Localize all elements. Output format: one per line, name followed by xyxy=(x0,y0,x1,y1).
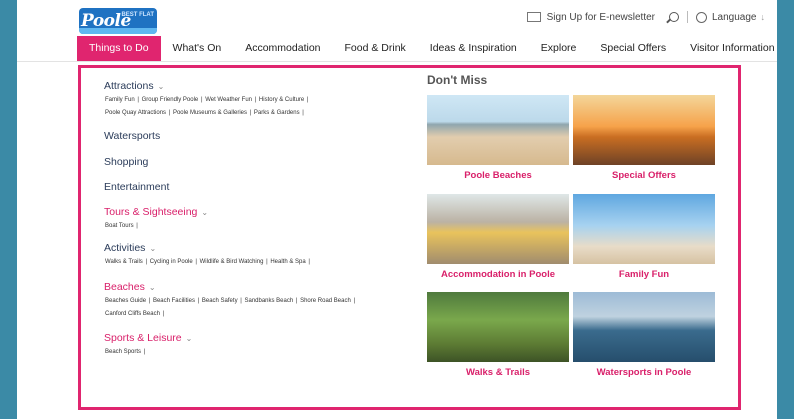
link-cycling[interactable]: Cycling in Poole xyxy=(149,259,194,265)
menu-attractions[interactable]: Attractions xyxy=(104,80,154,92)
dont-miss-title: Don't Miss xyxy=(427,73,488,87)
tile-caption[interactable]: Poole Beaches xyxy=(427,170,569,181)
dont-miss-column: Don't Miss xyxy=(427,73,487,91)
tile-special-offers[interactable]: Special Offers xyxy=(573,95,715,181)
menu-section-shopping: Shopping xyxy=(104,156,148,168)
menu-shopping[interactable]: Shopping xyxy=(104,156,148,168)
logo-tagline: BEST FLAT xyxy=(121,12,154,18)
harbour-sunset-image[interactable] xyxy=(573,95,715,165)
tile-caption[interactable]: Watersports in Poole xyxy=(573,367,715,378)
link-beach-sports[interactable]: Beach Sports xyxy=(104,349,142,355)
chevron-down-icon[interactable]: ⌄ xyxy=(149,244,156,253)
nav-ideas-inspiration[interactable]: Ideas & Inspiration xyxy=(418,36,529,61)
main-nav: Things to Do What's On Accommodation Foo… xyxy=(77,36,787,61)
menu-entertainment[interactable]: Entertainment xyxy=(104,181,169,193)
nav-whats-on[interactable]: What's On xyxy=(161,36,234,61)
breakfast-table-image[interactable] xyxy=(427,194,569,264)
tile-caption[interactable]: Accommodation in Poole xyxy=(427,269,569,280)
nav-visitor-information[interactable]: Visitor Information xyxy=(678,36,786,61)
link-canford-cliffs[interactable]: Canford Cliffs Beach xyxy=(104,311,161,317)
chevron-down-icon[interactable]: ⌄ xyxy=(158,82,165,91)
nav-things-to-do[interactable]: Things to Do xyxy=(77,36,161,61)
link-quay-attractions[interactable]: Poole Quay Attractions xyxy=(104,110,167,116)
link-beaches-guide[interactable]: Beaches Guide xyxy=(104,298,147,304)
tile-caption[interactable]: Walks & Trails xyxy=(427,367,569,378)
logo-wave xyxy=(79,28,157,34)
link-museums-galleries[interactable]: Poole Museums & Galleries xyxy=(172,110,248,116)
nav-explore[interactable]: Explore xyxy=(529,36,589,61)
language-selector[interactable]: Language xyxy=(712,12,757,23)
newsletter-link[interactable]: Sign Up for E-newsletter xyxy=(547,12,655,23)
menu-beaches[interactable]: Beaches xyxy=(104,281,145,293)
poole-logo[interactable]: Poole BEST FLAT xyxy=(79,8,157,34)
mail-icon xyxy=(526,12,541,22)
link-walks-trails[interactable]: Walks & Trails xyxy=(104,259,144,265)
chevron-down-icon[interactable]: ⌄ xyxy=(149,283,156,292)
menu-section-activities: Activities ⌄ Walks & Trails | Cycling in … xyxy=(104,242,310,265)
menu-section-attractions: Attractions ⌄ Family Fun | Group Friendly… xyxy=(104,80,309,120)
beach-image[interactable] xyxy=(427,95,569,165)
menu-section-tours: Tours & Sightseeing ⌄ Boat Tours | xyxy=(104,206,209,229)
tile-walks-trails[interactable]: Walks & Trails xyxy=(427,292,569,378)
windsurfer-image[interactable] xyxy=(573,292,715,362)
link-beach-safety[interactable]: Beach Safety xyxy=(201,298,239,304)
link-sandbanks[interactable]: Sandbanks Beach xyxy=(243,298,294,304)
mega-menu-panel: Attractions ⌄ Family Fun | Group Friendly… xyxy=(78,65,741,410)
walkers-image[interactable] xyxy=(427,292,569,362)
chevron-down-icon[interactable]: ⌄ xyxy=(201,208,208,217)
link-wet-weather[interactable]: Wet Weather Fun xyxy=(204,97,253,103)
tile-caption[interactable]: Special Offers xyxy=(573,170,715,181)
nav-accommodation[interactable]: Accommodation xyxy=(233,36,332,61)
tile-family-fun[interactable]: Family Fun xyxy=(573,194,715,280)
link-parks-gardens[interactable]: Parks & Gardens xyxy=(253,110,301,116)
chevron-down-icon: ↓ xyxy=(760,12,766,22)
menu-section-watersports: Watersports xyxy=(104,130,160,142)
link-wildlife[interactable]: Wildlife & Bird Watching xyxy=(199,259,265,265)
page: Poole BEST FLAT Sign Up for E-newsletter… xyxy=(17,0,777,419)
tile-watersports[interactable]: Watersports in Poole xyxy=(573,292,715,378)
menu-section-sports: Sports & Leisure ⌄ Beach Sports | xyxy=(104,332,193,355)
divider xyxy=(687,11,688,23)
link-family-fun[interactable]: Family Fun xyxy=(104,97,136,103)
globe-icon xyxy=(696,11,707,23)
menu-tours-sightseeing[interactable]: Tours & Sightseeing xyxy=(104,206,197,218)
search-icon[interactable] xyxy=(669,12,679,22)
chevron-down-icon[interactable]: ⌄ xyxy=(186,334,193,343)
nav-food-drink[interactable]: Food & Drink xyxy=(333,36,418,61)
link-history-culture[interactable]: History & Culture xyxy=(258,97,305,103)
top-utilities: Sign Up for E-newsletter Language ↓ xyxy=(526,11,766,23)
menu-watersports[interactable]: Watersports xyxy=(104,130,160,142)
menu-sports-leisure[interactable]: Sports & Leisure xyxy=(104,332,182,344)
link-shore-road[interactable]: Shore Road Beach xyxy=(299,298,352,304)
nav-special-offers[interactable]: Special Offers xyxy=(588,36,678,61)
link-boat-tours[interactable]: Boat Tours xyxy=(104,223,135,229)
link-health-spa[interactable]: Health & Spa xyxy=(269,259,306,265)
tile-accommodation[interactable]: Accommodation in Poole xyxy=(427,194,569,280)
tile-caption[interactable]: Family Fun xyxy=(573,269,715,280)
link-group-friendly[interactable]: Group Friendly Poole xyxy=(141,97,200,103)
menu-section-beaches: Beaches ⌄ Beaches Guide | Beach Facilitie… xyxy=(104,281,356,317)
family-beach-image[interactable] xyxy=(573,194,715,264)
menu-section-entertainment: Entertainment xyxy=(104,181,169,193)
tile-poole-beaches[interactable]: Poole Beaches xyxy=(427,95,569,181)
link-beach-facilities[interactable]: Beach Facilities xyxy=(152,298,196,304)
nav-divider xyxy=(17,61,777,62)
menu-activities[interactable]: Activities xyxy=(104,242,145,254)
attractions-links: Family Fun | Group Friendly Poole | Wet … xyxy=(104,97,309,116)
